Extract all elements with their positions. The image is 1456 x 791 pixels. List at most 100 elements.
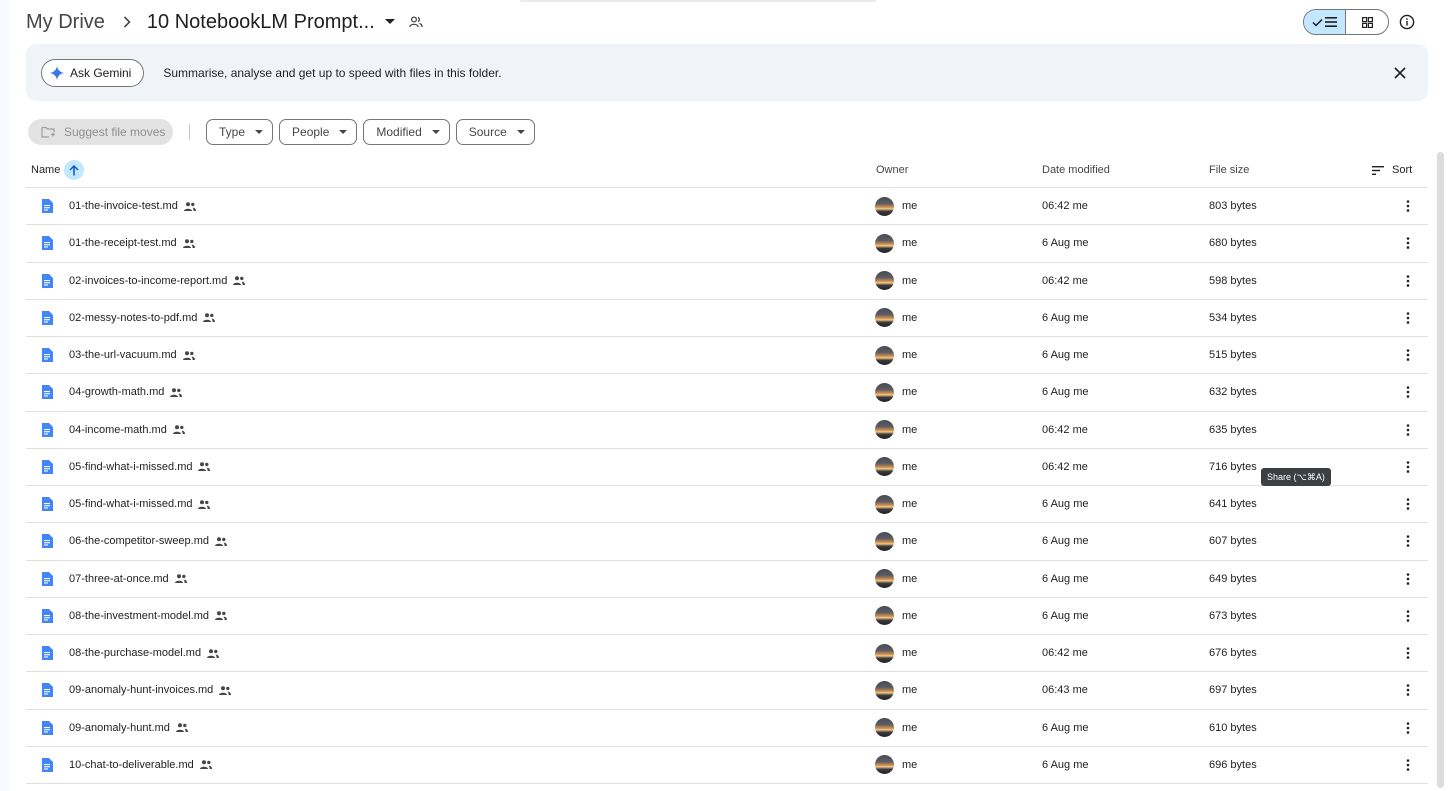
sort-lines-icon (1372, 165, 1384, 175)
file-name: 10-chat-to-deliverable.md (69, 747, 212, 783)
more-vert-icon[interactable] (1400, 486, 1416, 522)
doc-file-icon (41, 300, 53, 336)
file-size: 610 bytes (1209, 721, 1257, 734)
sort-button[interactable]: Sort (1372, 152, 1412, 188)
more-vert-icon[interactable] (1400, 412, 1416, 448)
grid-view-button[interactable] (1346, 10, 1388, 34)
column-header-date-modified[interactable]: Date modified (1042, 152, 1110, 188)
table-row[interactable]: 05-find-what-i-missed.md me 06:42 me 716… (26, 449, 1428, 486)
shared-icon (219, 686, 232, 695)
more-vert-icon[interactable] (1400, 672, 1416, 708)
file-name: 08-the-purchase-model.md (69, 635, 220, 671)
list-view-button[interactable] (1304, 10, 1347, 34)
date-modified: 6 Aug me (1042, 237, 1089, 250)
shared-icon (183, 201, 196, 211)
grid-view-icon (1361, 16, 1373, 28)
breadcrumb-root[interactable]: My Drive (26, 11, 105, 34)
table-row[interactable]: 04-income-math.md me 06:42 me 635 bytes (26, 412, 1428, 449)
shared-icon (182, 239, 195, 248)
list-view-icon (1325, 17, 1337, 27)
scrollbar[interactable] (1437, 152, 1444, 788)
more-vert-icon[interactable] (1400, 263, 1416, 299)
file-name-text: 05-find-what-i-missed.md (69, 460, 193, 473)
suggest-file-moves-button[interactable]: Suggest file moves (28, 119, 173, 145)
table-row[interactable]: 01-the-invoice-test.md me 06:42 me 803 b… (26, 188, 1428, 226)
filter-chip-modified[interactable]: Modified (363, 119, 450, 145)
doc-file-icon (41, 561, 53, 597)
avatar (875, 680, 894, 700)
owner-text: me (902, 572, 918, 585)
more-vert-icon[interactable] (1400, 523, 1416, 559)
file-name: 06-the-competitor-sweep.md (69, 523, 228, 559)
avatar (875, 643, 894, 663)
owner-text: me (902, 237, 918, 250)
date-modified: 6 Aug me (1042, 721, 1089, 734)
info-icon[interactable] (1397, 12, 1417, 32)
shared-icon (198, 499, 211, 509)
more-vert-icon[interactable] (1400, 710, 1416, 746)
more-vert-icon[interactable] (1400, 337, 1416, 373)
caret-down-icon (255, 130, 264, 134)
more-vert-icon[interactable] (1400, 188, 1416, 224)
filter-chip-people[interactable]: People (279, 119, 358, 145)
close-icon[interactable] (1392, 65, 1408, 81)
doc-file-icon (41, 449, 53, 485)
date-modified: 6 Aug me (1042, 498, 1089, 511)
owner-text: me (902, 647, 918, 660)
file-name-text: 08-the-purchase-model.md (69, 647, 202, 660)
file-size: 632 bytes (1209, 386, 1257, 399)
header: My Drive 10 NotebookLM Prompt... (26, 0, 1456, 44)
caret-down-icon[interactable] (384, 19, 395, 25)
table-row[interactable]: 03-the-url-vacuum.md me 6 Aug me 515 byt… (26, 337, 1428, 375)
file-name: 08-the-investment-model.md (69, 598, 228, 634)
table-row[interactable]: 01-the-receipt-test.md me 6 Aug me 680 b… (26, 225, 1428, 263)
column-header-name[interactable]: Name (31, 152, 85, 188)
table-row[interactable]: 09-anomaly-hunt-invoices.md me 06:43 me … (26, 672, 1428, 710)
filter-chip-type[interactable]: Type (206, 119, 274, 145)
table-row[interactable]: 09-anomaly-hunt.md me 6 Aug me 610 bytes (26, 710, 1428, 747)
file-name-text: 02-messy-notes-to-pdf.md (69, 311, 198, 324)
table-row[interactable]: 02-invoices-to-income-report.md me 06:42… (26, 263, 1428, 300)
date-modified: 06:42 me (1042, 460, 1088, 473)
more-vert-icon[interactable] (1400, 561, 1416, 597)
file-name-text: 01-the-receipt-test.md (69, 237, 177, 250)
column-header-file-size[interactable]: File size (1209, 152, 1249, 188)
table-row[interactable]: 07-three-at-once.md me 6 Aug me 649 byte… (26, 561, 1428, 598)
more-vert-icon[interactable] (1400, 635, 1416, 671)
more-vert-icon[interactable] (1400, 300, 1416, 336)
more-vert-icon[interactable] (1400, 747, 1416, 783)
more-vert-icon[interactable] (1400, 374, 1416, 410)
avatar (875, 345, 894, 365)
ask-gemini-button[interactable]: Ask Gemini (41, 58, 145, 87)
doc-file-icon (41, 263, 53, 299)
owner-text: me (902, 498, 918, 511)
more-vert-icon[interactable] (1400, 449, 1416, 485)
column-header-owner: Owner (876, 164, 909, 176)
more-vert-icon[interactable] (1400, 598, 1416, 634)
filter-divider (189, 124, 190, 140)
more-vert-icon[interactable] (1400, 225, 1416, 261)
file-name: 03-the-url-vacuum.md (69, 337, 195, 373)
avatar (875, 755, 894, 775)
breadcrumb-folder[interactable]: 10 NotebookLM Prompt... (147, 11, 375, 34)
table-row[interactable]: 08-the-investment-model.md me 6 Aug me 6… (26, 598, 1428, 635)
shared-icon (174, 574, 187, 584)
gemini-banner: Ask Gemini Summarise, analyse and get up… (26, 44, 1428, 101)
filter-chip-label: People (292, 125, 330, 139)
filter-chip-source[interactable]: Source (455, 119, 535, 145)
table-row[interactable]: 08-the-purchase-model.md me 06:42 me 676… (26, 635, 1428, 673)
avatar (875, 196, 894, 216)
table-row[interactable]: 05-find-what-i-missed.md me 6 Aug me 641… (26, 486, 1428, 524)
table-row[interactable]: 04-growth-math.md me 6 Aug me 632 bytes (26, 374, 1428, 412)
doc-file-icon (41, 486, 53, 522)
owner-text: me (902, 386, 918, 399)
owner: me (875, 449, 917, 485)
date-modified: 6 Aug me (1042, 609, 1089, 622)
table-row[interactable]: 02-messy-notes-to-pdf.md me 6 Aug me 534… (26, 300, 1428, 337)
owner: me (875, 337, 917, 373)
owner: me (875, 710, 917, 746)
sort-ascending-icon[interactable] (64, 160, 85, 180)
owner-text: me (902, 311, 918, 324)
table-row[interactable]: 06-the-competitor-sweep.md me 6 Aug me 6… (26, 523, 1428, 561)
table-row[interactable]: 10-chat-to-deliverable.md me 6 Aug me 69… (26, 747, 1428, 784)
